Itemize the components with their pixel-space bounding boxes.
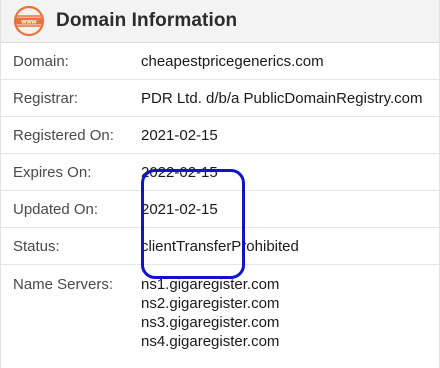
row-registered-on: Registered On: 2021-02-15	[1, 117, 439, 154]
name-server-item: ns2.gigaregister.com	[141, 295, 280, 312]
row-value: 2021-02-15	[141, 200, 218, 218]
row-value: clientTransferProhibited	[141, 237, 299, 255]
card-title: Domain Information	[56, 10, 238, 31]
row-label: Registrar:	[13, 89, 79, 107]
card-header: www Domain Information	[1, 0, 439, 43]
name-server-item: ns4.gigaregister.com	[141, 333, 280, 350]
row-label: Expires On:	[13, 163, 92, 181]
row-value: cheapestpricegenerics.com	[141, 52, 324, 70]
row-registrar: Registrar: PDR Ltd. d/b/a PublicDomainRe…	[1, 80, 439, 117]
row-value: 2021-02-15	[141, 126, 218, 144]
row-label: Domain:	[13, 52, 69, 70]
name-server-list: ns1.gigaregister.com ns2.gigaregister.co…	[141, 275, 439, 351]
info-rows: Domain: cheapestpricegenerics.com Regist…	[1, 43, 439, 350]
www-globe-icon: www	[13, 5, 45, 37]
name-server-item: ns3.gigaregister.com	[141, 314, 280, 331]
row-domain: Domain: cheapestpricegenerics.com	[1, 43, 439, 80]
row-expires-on: Expires On: 2022-02-15	[1, 154, 439, 191]
row-value: PDR Ltd. d/b/a PublicDomainRegistry.com	[141, 89, 423, 107]
row-status: Status: clientTransferProhibited	[1, 228, 439, 265]
row-label: Updated On:	[13, 200, 99, 218]
name-server-item: ns1.gigaregister.com	[141, 276, 280, 293]
www-icon-text: www	[20, 19, 37, 26]
row-value: 2022-02-15	[141, 163, 218, 181]
row-updated-on: Updated On: 2021-02-15	[1, 191, 439, 228]
row-name-servers: Name Servers: ns1.gigaregister.com ns2.g…	[1, 265, 439, 350]
domain-info-card: www Domain Information Domain: cheapestp…	[0, 0, 440, 368]
row-label: Registered On:	[13, 126, 114, 144]
row-label: Status:	[13, 237, 60, 255]
row-label: Name Servers:	[13, 276, 114, 293]
